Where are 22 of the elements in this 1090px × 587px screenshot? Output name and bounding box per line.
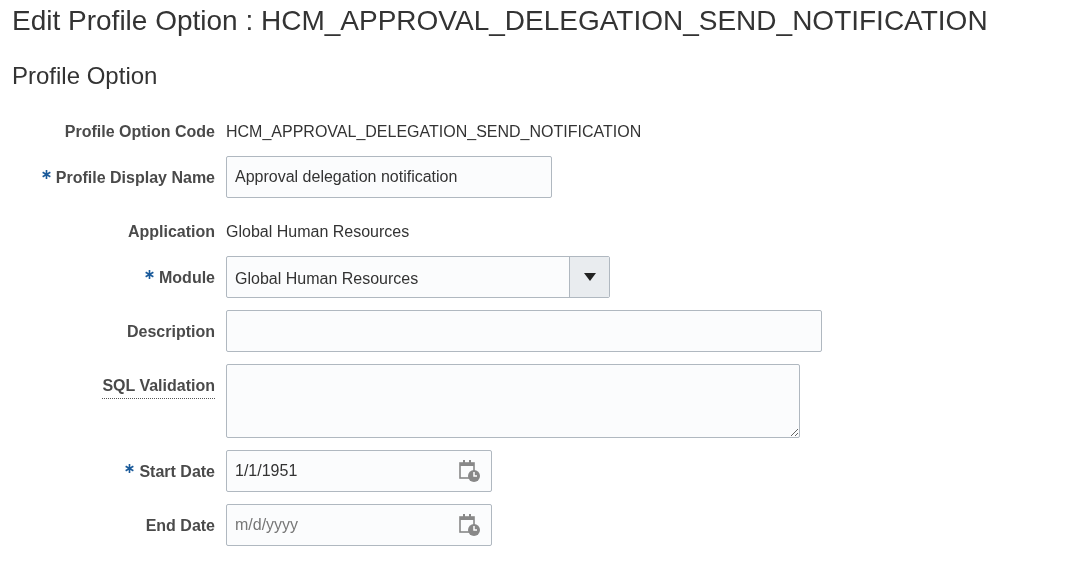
field-value: Global Human Resources: [226, 222, 410, 243]
caret-icon: [583, 273, 596, 282]
input-field[interactable]: [226, 310, 822, 353]
input-field[interactable]: Approval delegation notification: [226, 156, 552, 199]
field-label: Profile Display Name: [55, 168, 215, 189]
calendar-icon[interactable]: [458, 459, 482, 484]
field-label: Module: [159, 268, 215, 289]
section-title: Profile Option: [12, 61, 159, 91]
field-label: Profile Option Code: [64, 122, 215, 143]
dropdown-button[interactable]: [569, 257, 609, 298]
field-label: Start Date: [139, 462, 215, 483]
date-field[interactable]: 1/1/1951: [226, 450, 492, 493]
field-value: HCM_APPROVAL_DELEGATION_SEND_NOTIFICATION: [226, 122, 642, 143]
field-label: End Date: [145, 516, 215, 537]
page-title: Edit Profile Option : HCM_APPROVAL_DELEGATION_SEND_NOTIFICATION: [12, 4, 989, 38]
field-label: Description: [127, 322, 215, 343]
dropdown-field[interactable]: Global Human Resources: [226, 256, 610, 299]
date-field[interactable]: m/d/yyyy: [226, 504, 492, 547]
field-label: SQL Validation: [102, 374, 215, 400]
calendar-icon[interactable]: [458, 513, 482, 538]
field-label: Application: [127, 222, 215, 243]
text-area[interactable]: [226, 364, 800, 439]
